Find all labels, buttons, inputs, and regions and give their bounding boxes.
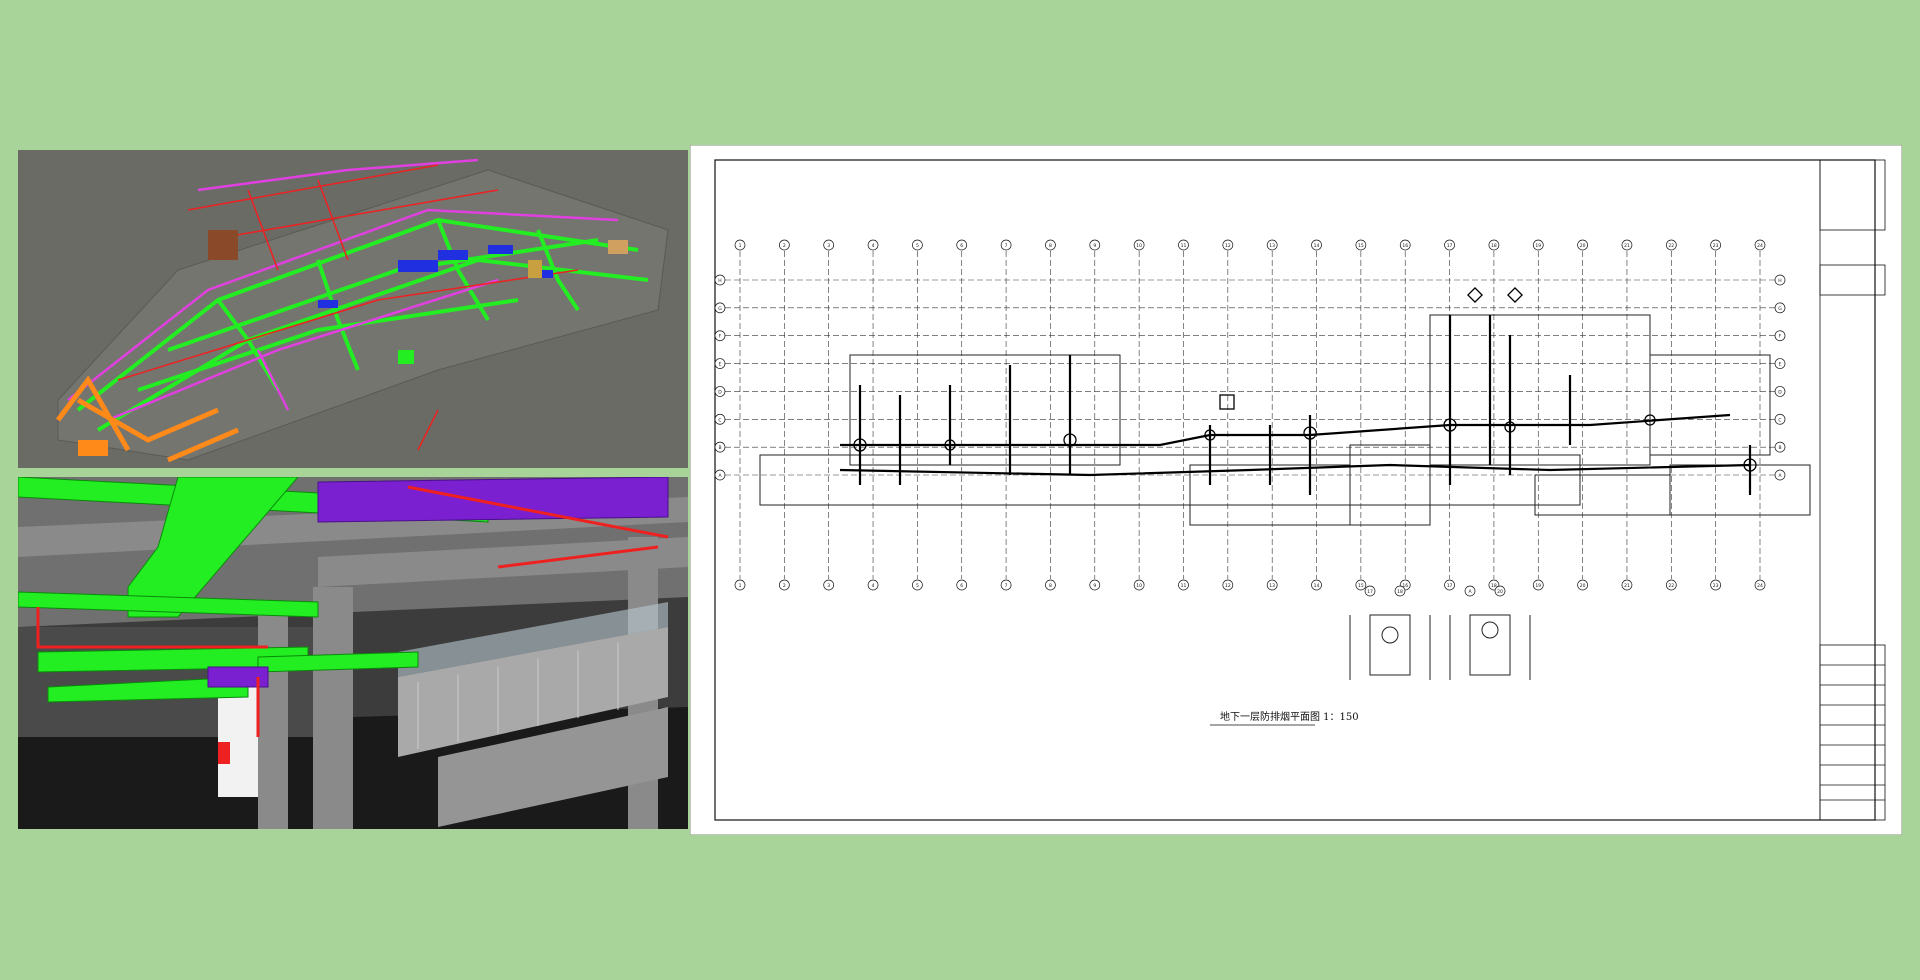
grid-column-label: 14 [1314, 243, 1320, 249]
floor-plan-drawing-sheet: 1 1 2 2 3 3 4 4 5 5 6 6 7 7 8 8 9 9 10 10 11 11 12 12 13 13 14 14 15… [690, 145, 1902, 835]
grid-column-label: 9 [1093, 583, 1096, 589]
grid-column-label: 23 [1713, 583, 1719, 589]
grid-row-label: B [1778, 445, 1781, 451]
grid-column-label: 21 [1624, 583, 1630, 589]
grid-column-label: 1 [739, 243, 742, 249]
grid-column-label: 20 [1580, 243, 1586, 249]
grid-column-label: 13 [1269, 583, 1275, 589]
grid-column-label: 7 [1005, 243, 1008, 249]
grid-row-label: E [1779, 362, 1782, 368]
grid-column-label: 17 [1447, 243, 1453, 249]
grid-row-label: C [718, 417, 721, 423]
grid-column-label: 10 [1136, 243, 1142, 249]
grid-column-label: 10 [1136, 583, 1142, 589]
grid-column-label: 19 [1535, 243, 1541, 249]
grid-column-label: 18 [1491, 243, 1497, 249]
grid-row-label: F [719, 334, 722, 340]
grid-row-label: D [1778, 389, 1782, 395]
fire-extinguisher-cabinet [218, 742, 230, 764]
cad-drawing: 1122334455667788991010111112121313141415… [690, 145, 1902, 835]
grid-column-label: 6 [960, 243, 963, 249]
grid-column-label: 2 [783, 583, 786, 589]
grid-row-label: G [1778, 306, 1782, 312]
grid-row-label: H [1778, 278, 1781, 284]
grid-column-label: 19 [1535, 583, 1541, 589]
grid-column-label: 14 [1314, 583, 1320, 589]
grid-column-label: 1 [739, 583, 742, 589]
grid-column-label: 9 [1093, 243, 1096, 249]
grid-column-label: 17 [1447, 583, 1453, 589]
grid-column-label: 15 [1358, 583, 1364, 589]
grid-row-label: C [1778, 417, 1781, 423]
grid-column-label: 11 [1181, 243, 1187, 249]
grid-row-label: D [718, 389, 722, 395]
detail-marker-label: 18 [1397, 589, 1403, 595]
grid-row-label: H [718, 278, 721, 284]
grid-column-label: 22 [1668, 243, 1674, 249]
grid-column-label: 8 [1049, 243, 1052, 249]
grid-column-label: 7 [1005, 583, 1008, 589]
grid-column-label: 20 [1580, 583, 1586, 589]
grid-row-label: B [718, 445, 721, 451]
grid-column-label: 11 [1181, 583, 1187, 589]
grid-column-label: 12 [1225, 583, 1231, 589]
mep-3d-overview-view [18, 150, 688, 468]
grid-column-label: 16 [1402, 243, 1408, 249]
detail-marker-label: 17 [1367, 589, 1373, 595]
grid-column-label: 3 [827, 583, 830, 589]
grid-row-label: G [718, 306, 722, 312]
grid-row-label: F [1779, 334, 1782, 340]
drawing-title: 地下一层防排烟平面图 1：150 [1220, 710, 1359, 723]
grid-column-label: 24 [1757, 583, 1763, 589]
grid-column-label: 3 [827, 243, 830, 249]
grid-column-label: 21 [1624, 243, 1630, 249]
grid-column-label: 2 [783, 243, 786, 249]
grid-column-label: 23 [1713, 243, 1719, 249]
mep-3d-model-render [18, 150, 688, 468]
mep-3d-interior-view [18, 477, 688, 829]
grid-column-label: 24 [1757, 243, 1763, 249]
grid-column-label: 8 [1049, 583, 1052, 589]
grid-column-label: 22 [1668, 583, 1674, 589]
grid-column-label: 12 [1225, 243, 1231, 249]
interior-render [18, 477, 688, 829]
grid-column-label: 5 [916, 583, 919, 589]
detail-marker-label: 20 [1497, 589, 1503, 595]
grid-column-label: 15 [1358, 243, 1364, 249]
grid-column-label: 13 [1269, 243, 1275, 249]
grid-column-label: 4 [872, 583, 875, 589]
grid-column-label: 5 [916, 243, 919, 249]
grid-row-label: E [719, 362, 722, 368]
grid-column-label: 6 [960, 583, 963, 589]
grid-column-label: 4 [872, 243, 875, 249]
